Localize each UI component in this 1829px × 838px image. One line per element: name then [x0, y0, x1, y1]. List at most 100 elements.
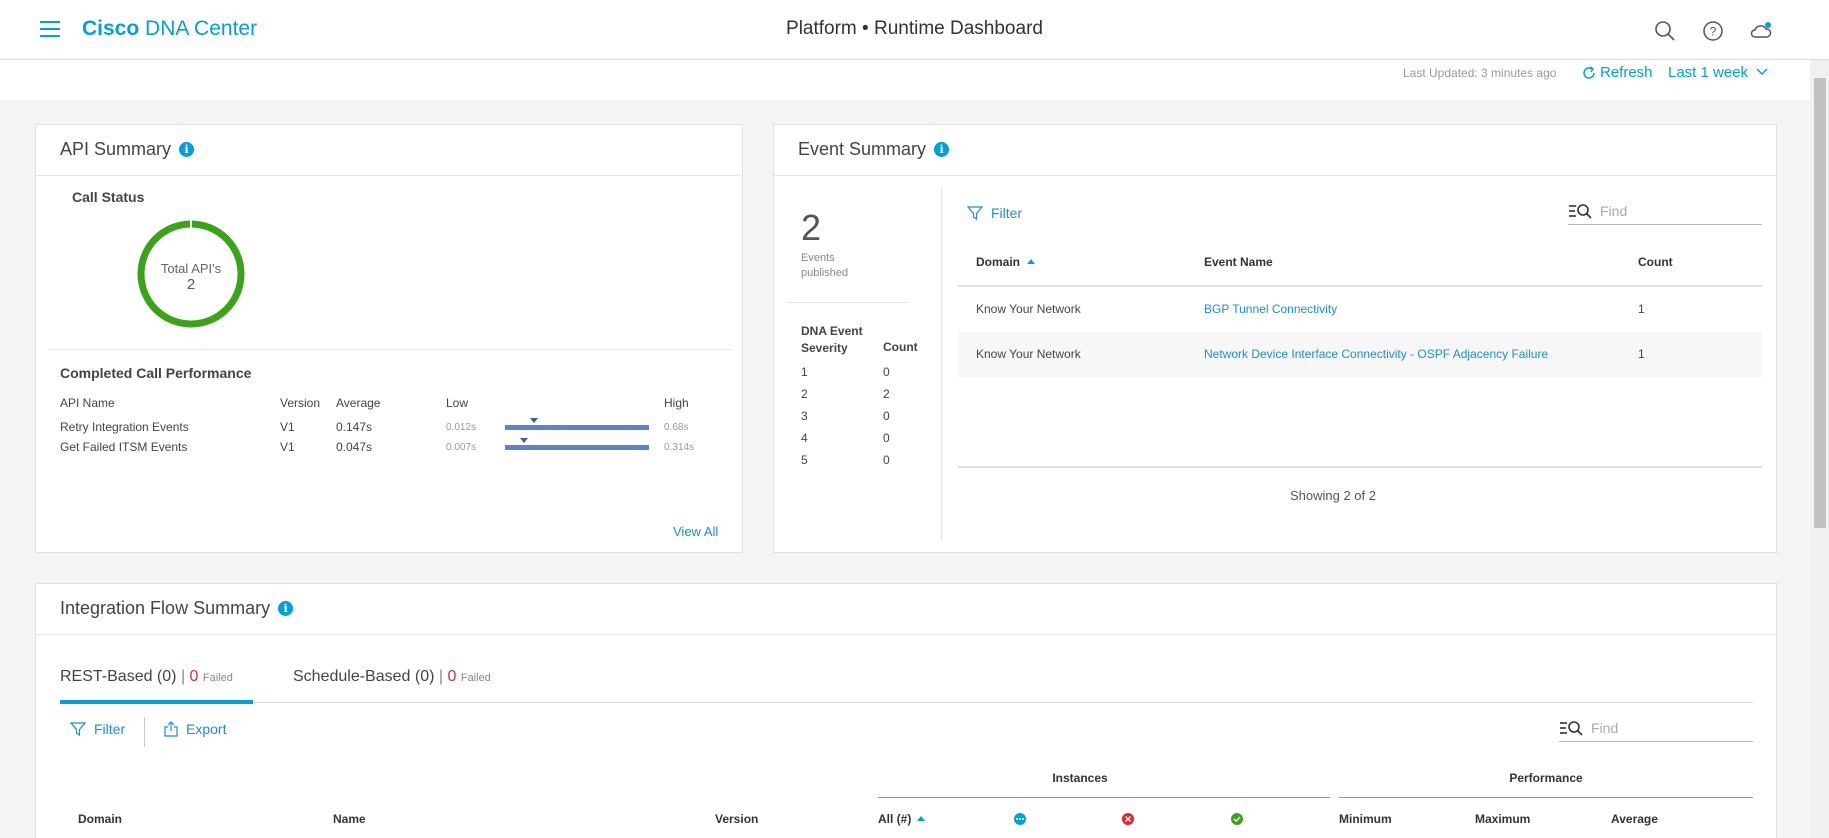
top-icons: ? — [1654, 20, 1772, 42]
col-version: Version — [280, 396, 321, 410]
info-icon[interactable]: i — [934, 142, 950, 157]
severity-count: 0 — [883, 453, 890, 467]
flow-col-minimum[interactable]: Minimum — [1339, 812, 1392, 826]
in-progress-status-icon[interactable] — [1013, 812, 1027, 826]
integration-flow-title: Integration Flow Summary i — [60, 598, 294, 619]
severity-level: 2 — [801, 387, 808, 401]
flow-col-name[interactable]: Name — [333, 812, 366, 826]
find-icon — [1569, 203, 1592, 219]
severity-count: 0 — [883, 365, 890, 379]
api-high: 0.314s — [664, 442, 695, 453]
integration-flow-card: Integration Flow Summary i REST-Based (0)… — [35, 583, 1777, 838]
search-icon[interactable] — [1654, 20, 1676, 42]
event-count: 1 — [1638, 347, 1645, 361]
filter-icon — [967, 206, 983, 221]
flow-col-domain[interactable]: Domain — [78, 812, 122, 826]
event-count: 1 — [1638, 302, 1645, 316]
view-all-link[interactable]: View All — [673, 524, 718, 539]
api-range-bar — [505, 425, 649, 430]
call-status-label: Call Status — [72, 189, 145, 205]
flow-col-maximum[interactable]: Maximum — [1475, 812, 1530, 826]
export-button[interactable]: Export — [164, 721, 226, 737]
event-col-count[interactable]: Count — [1638, 255, 1673, 269]
event-domain: Know Your Network — [976, 347, 1081, 361]
success-status-icon[interactable] — [1230, 812, 1244, 826]
event-summary-title: Event Summary i — [798, 139, 950, 160]
api-version: V1 — [280, 440, 295, 454]
group-instances: Instances — [1052, 771, 1108, 785]
last-updated-text: Last Updated: 3 minutes ago — [1403, 66, 1557, 80]
active-tab-indicator — [60, 700, 253, 704]
api-average-marker — [519, 438, 528, 443]
api-summary-title: API Summary i — [60, 139, 195, 160]
event-name-link[interactable]: BGP Tunnel Connectivity — [1204, 302, 1337, 316]
scrollbar-thumb[interactable] — [1814, 78, 1826, 528]
event-col-event-name[interactable]: Event Name — [1204, 255, 1273, 269]
find-icon — [1560, 720, 1583, 736]
events-published-label: Events published — [801, 252, 849, 279]
cloud-notification-icon[interactable] — [1750, 20, 1772, 42]
flow-col-average[interactable]: Average — [1611, 812, 1658, 826]
api-low: 0.012s — [446, 422, 477, 433]
event-table-row[interactable]: Know Your Network BGP Tunnel Connectivity… — [958, 287, 1762, 332]
severity-level: 4 — [801, 431, 808, 445]
api-range-bar — [505, 445, 649, 450]
event-find-box — [1568, 197, 1762, 225]
group-performance: Performance — [1509, 771, 1583, 785]
api-high: 0.68s — [664, 422, 689, 433]
event-domain: Know Your Network — [976, 302, 1081, 316]
tab-rest-based[interactable]: REST-Based (0) | 0 Failed — [60, 668, 233, 686]
tab-schedule-based[interactable]: Schedule-Based (0) | 0 Failed — [293, 668, 491, 686]
severity-level: 3 — [801, 409, 808, 423]
failed-status-icon[interactable] — [1121, 812, 1135, 826]
events-published-count: 2 — [801, 207, 822, 248]
api-average: 0.047s — [336, 440, 373, 454]
api-average: 0.147s — [336, 420, 373, 434]
severity-count: 0 — [883, 409, 890, 423]
api-version: V1 — [280, 420, 295, 434]
filter-icon — [70, 722, 86, 737]
sort-asc-icon — [1027, 259, 1036, 264]
col-high: High — [664, 396, 689, 410]
help-icon[interactable]: ? — [1702, 20, 1724, 42]
flow-col-all[interactable]: All (#) — [878, 812, 926, 826]
severity-level: 5 — [801, 453, 808, 467]
event-find-input[interactable] — [1600, 202, 1750, 219]
flow-find-input[interactable] — [1591, 719, 1741, 736]
flow-col-version[interactable]: Version — [715, 812, 758, 826]
api-average-marker — [529, 418, 538, 423]
event-filter-button[interactable]: Filter — [967, 205, 1022, 221]
donut-label: Total API's — [160, 261, 222, 276]
completed-call-performance-title: Completed Call Performance — [60, 365, 252, 381]
severity-header: DNA Event Severity — [801, 324, 863, 355]
sort-asc-icon — [917, 816, 926, 821]
api-summary-card: API Summary i Call Status Total API's 2 C… — [35, 124, 743, 553]
flow-filter-button[interactable]: Filter — [70, 721, 125, 737]
event-name-link[interactable]: Network Device Interface Connectivity - … — [1204, 347, 1548, 361]
api-name: Get Failed ITSM Events — [60, 440, 188, 454]
severity-count: 2 — [883, 387, 890, 401]
donut-value: 2 — [186, 276, 196, 293]
api-low: 0.007s — [446, 442, 477, 453]
api-name: Retry Integration Events — [60, 420, 189, 434]
showing-count: Showing 2 of 2 — [1289, 488, 1376, 503]
refresh-icon — [1583, 65, 1595, 79]
event-summary-card: Event Summary i 2 Events published DNA Ev… — [773, 124, 1777, 553]
info-icon[interactable]: i — [179, 142, 195, 157]
top-bar: Cisco DNA Center Platform • Runtime Dash… — [0, 0, 1829, 60]
col-api-name: API Name — [60, 396, 115, 410]
col-average: Average — [336, 396, 381, 410]
flow-find-box — [1559, 714, 1753, 742]
col-low: Low — [446, 396, 469, 410]
time-range-dropdown[interactable]: Last 1 week — [1668, 64, 1768, 81]
export-icon — [164, 721, 178, 737]
chevron-down-icon — [1756, 68, 1768, 76]
severity-level: 1 — [801, 365, 808, 379]
severity-count: 0 — [883, 431, 890, 445]
severity-count-header: Count — [883, 340, 918, 354]
event-table-row[interactable]: Know Your Network Network Device Interfac… — [958, 332, 1762, 377]
event-col-domain[interactable]: Domain — [976, 255, 1036, 269]
info-icon[interactable]: i — [278, 601, 294, 616]
refresh-button[interactable]: Refresh — [1581, 64, 1653, 81]
page-title: Platform • Runtime Dashboard — [786, 18, 1043, 39]
